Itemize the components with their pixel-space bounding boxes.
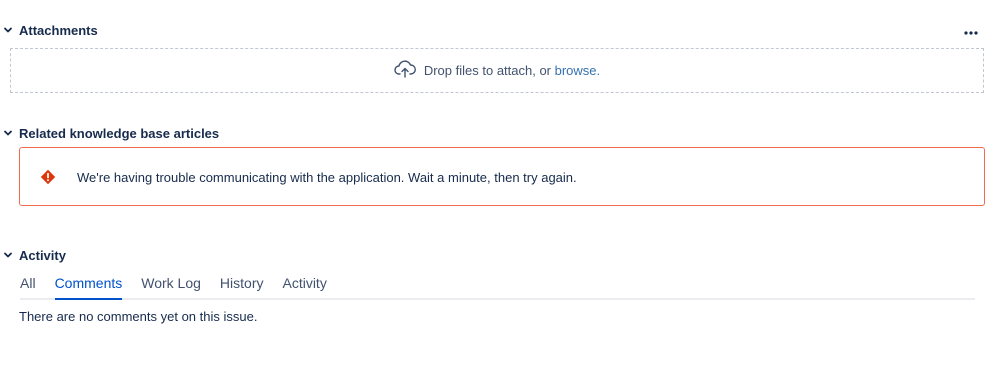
tab-work-log[interactable]: Work Log	[141, 274, 201, 297]
tab-all[interactable]: All	[20, 274, 36, 297]
browse-link[interactable]: browse.	[555, 63, 601, 78]
error-text: We're having trouble communicating with …	[77, 170, 577, 185]
activity-title: Activity	[19, 247, 66, 263]
tab-comments[interactable]: Comments	[54, 274, 122, 300]
chevron-down-icon[interactable]	[0, 125, 16, 141]
more-horizontal-icon	[964, 23, 978, 38]
dropzone-label: Drop files to attach, or	[423, 63, 555, 78]
chevron-down-icon[interactable]	[0, 22, 16, 38]
dropzone-text: Drop files to attach, or browse.	[424, 63, 600, 78]
chevron-down-icon[interactable]	[0, 247, 16, 263]
kb-articles-title: Related knowledge base articles	[19, 125, 220, 141]
activity-tabs: All Comments Work Log History Activity	[20, 274, 975, 300]
error-icon	[40, 169, 56, 185]
tab-activity[interactable]: Activity	[282, 274, 326, 297]
attachments-title: Attachments	[19, 22, 98, 38]
activity-header: Activity	[0, 245, 66, 265]
tab-history[interactable]: History	[220, 274, 264, 297]
cloud-upload-icon	[394, 60, 416, 81]
kb-articles-header: Related knowledge base articles	[0, 123, 219, 143]
more-actions-button[interactable]	[961, 20, 981, 40]
no-comments-message: There are no comments yet on this issue.	[19, 309, 258, 324]
attachments-header: Attachments	[0, 20, 98, 40]
attachment-dropzone[interactable]: Drop files to attach, or browse.	[10, 48, 984, 93]
kb-error-message: We're having trouble communicating with …	[19, 147, 985, 206]
